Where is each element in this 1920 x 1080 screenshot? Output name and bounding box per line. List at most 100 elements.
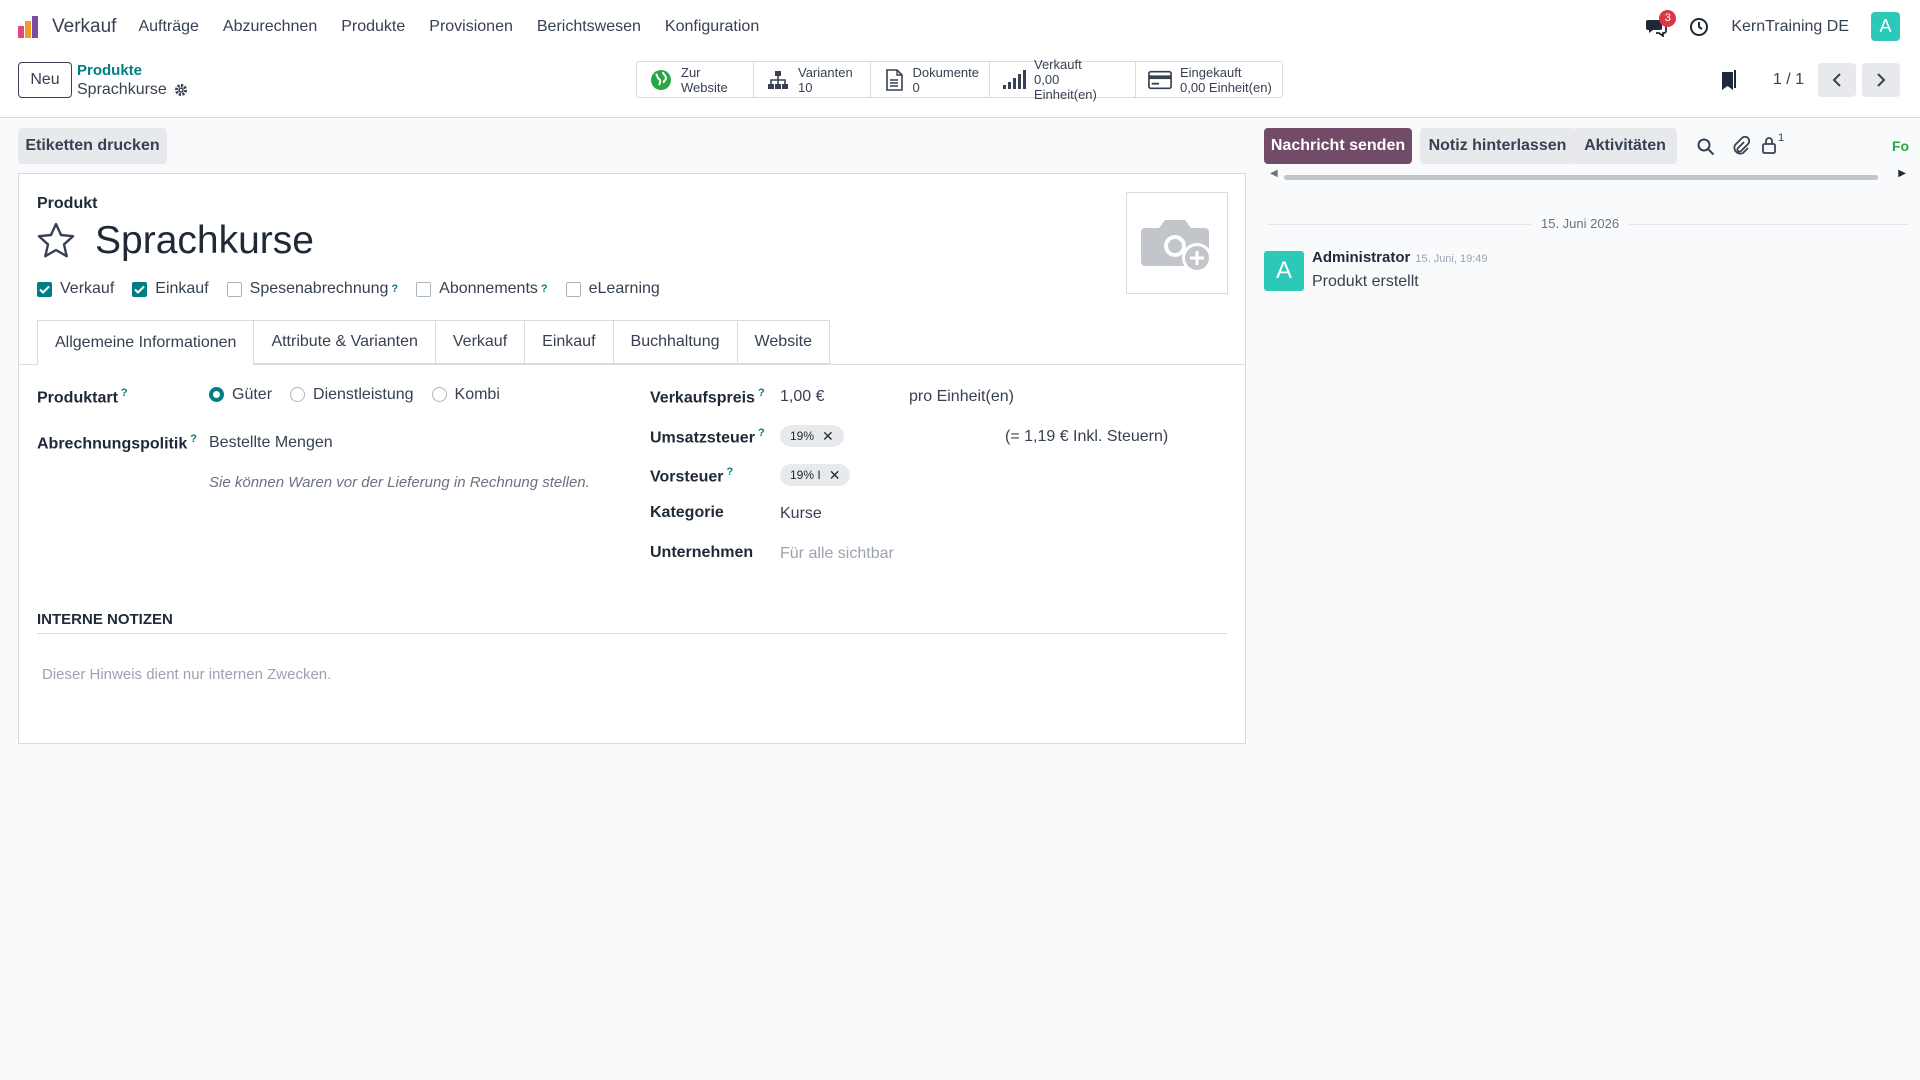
option-expenses[interactable]: Spesenabrechnung? [226, 280, 398, 298]
option-elearning[interactable]: eLearning [565, 280, 660, 298]
messages-button[interactable]: 3 [1645, 9, 1677, 37]
internal-notes-input[interactable]: Dieser Hinweis dient nur internen Zwecke… [42, 666, 331, 683]
search-icon[interactable] [1697, 138, 1715, 156]
invoice-policy-label-text: Abrechnungspolitik [37, 435, 188, 453]
variants-button[interactable]: Varianten 10 [754, 62, 871, 97]
invoice-policy-label: Abrechnungspolitik? [37, 433, 197, 453]
sold-button[interactable]: Verkauft 0,00 Einheit(en) [990, 57, 1136, 102]
company-switcher[interactable]: KernTraining DE [1731, 18, 1849, 36]
checkbox-elearning[interactable] [565, 281, 581, 297]
checkbox-purchase[interactable] [132, 281, 148, 297]
purchased-value: 0,00 Einheit(en) [1180, 79, 1272, 95]
checkbox-sale[interactable] [37, 281, 52, 297]
product-options: Verkauf Einkauf Spesenabrechnung? Abonne… [37, 280, 678, 298]
tab-attributes-variants[interactable]: Attribute & Varianten [254, 320, 436, 364]
sales-price-input[interactable]: 1,00 € [780, 388, 824, 406]
go-to-website-button[interactable]: Zur Website [637, 62, 754, 97]
bookmark-icon[interactable] [1719, 69, 1739, 91]
help-tooltip[interactable]: ? [391, 283, 398, 295]
radio-combo[interactable]: Kombi [431, 386, 500, 404]
tab-sales[interactable]: Verkauf [435, 320, 526, 364]
category-select[interactable]: Kurse [780, 505, 822, 523]
scroll-right-icon[interactable]: ▶ [1898, 168, 1906, 179]
scrollbar-thumb[interactable] [1284, 175, 1878, 180]
menu-orders[interactable]: Aufträge [138, 18, 198, 36]
tab-general-information[interactable]: Allgemeine Informationen [37, 320, 255, 365]
documents-count: 0 [912, 79, 920, 95]
remove-tag-icon[interactable]: ✕ [829, 467, 841, 484]
app-name[interactable]: Verkauf [52, 16, 116, 38]
message-author-avatar[interactable]: A [1264, 251, 1304, 291]
menu-to-invoice[interactable]: Abzurechnen [223, 18, 317, 36]
sales-price-label-text: Verkaufspreis [650, 389, 755, 407]
pager: 1 / 1 [1719, 63, 1900, 97]
menu-configuration[interactable]: Konfiguration [665, 18, 759, 36]
checkbox-expenses[interactable] [226, 281, 242, 297]
checkbox-subscriptions[interactable] [416, 281, 432, 297]
clock-icon[interactable] [1689, 17, 1709, 37]
pager-next-button[interactable] [1862, 63, 1900, 97]
new-button[interactable]: Neu [18, 62, 72, 98]
documents-label: Dokumente [912, 64, 979, 80]
follow-button[interactable]: Fo [1892, 138, 1912, 154]
radio-service-label: Dienstleistung [313, 386, 414, 403]
option-subscriptions-label: Abonnements [439, 280, 538, 297]
option-sale[interactable]: Verkauf [37, 280, 114, 298]
sales-tax-tag[interactable]: 19% ✕ [780, 425, 844, 447]
print-labels-button[interactable]: Etiketten drucken [18, 128, 167, 164]
paperclip-icon[interactable] [1732, 136, 1750, 156]
purchase-tax-label-text: Vorsteuer [650, 468, 724, 486]
pager-value[interactable]: 1 / 1 [1773, 71, 1804, 89]
help-tooltip[interactable]: ? [727, 466, 734, 478]
scroll-left-icon[interactable]: ◀ [1270, 168, 1278, 179]
help-tooltip[interactable]: ? [190, 433, 197, 445]
radio-goods[interactable]: Güter [209, 386, 272, 404]
activities-button[interactable]: Aktivitäten [1573, 128, 1677, 164]
main-menu: Aufträge Abzurechnen Produkte Provisione… [138, 18, 759, 36]
company-select[interactable]: Für alle sichtbar [780, 545, 894, 563]
variants-count: 10 [798, 79, 813, 95]
product-name[interactable]: Sprachkurse [95, 219, 314, 263]
option-purchase[interactable]: Einkauf [132, 280, 209, 298]
sales-tax-label-text: Umsatzsteuer [650, 429, 755, 447]
tab-accounting[interactable]: Buchhaltung [613, 320, 738, 364]
option-expenses-label: Spesenabrechnung [249, 280, 389, 297]
sales-price-label: Verkaufspreis? [650, 387, 765, 407]
control-panel: Neu Produkte Sprachkurse Zur Website Vari… [0, 53, 1920, 118]
app-logo-icon[interactable] [16, 14, 42, 40]
notes-divider [37, 633, 1227, 634]
sales-tax-tag-label: 19% [790, 429, 815, 443]
log-note-button[interactable]: Notiz hinterlassen [1420, 128, 1575, 164]
option-subscriptions[interactable]: Abonnements? [416, 280, 548, 298]
radio-service-circle[interactable] [290, 387, 306, 403]
documents-button[interactable]: Dokumente 0 [871, 62, 990, 97]
radio-goods-circle[interactable] [209, 387, 224, 403]
menu-products[interactable]: Produkte [341, 18, 405, 36]
smart-buttons: Zur Website Varianten 10 Dokumente 0 Verkau… [636, 57, 1283, 102]
star-icon[interactable] [37, 222, 75, 258]
purchase-tax-tag[interactable]: 19% I ✕ [780, 464, 851, 486]
help-tooltip[interactable]: ? [121, 387, 128, 399]
radio-combo-circle[interactable] [431, 387, 447, 403]
gear-icon[interactable] [174, 83, 188, 97]
send-message-button[interactable]: Nachricht senden [1264, 128, 1412, 164]
user-avatar[interactable]: A [1871, 12, 1900, 41]
purchased-button[interactable]: Eingekauft 0,00 Einheit(en) [1136, 62, 1282, 97]
messages-badge: 3 [1659, 9, 1677, 27]
help-tooltip[interactable]: ? [758, 427, 765, 439]
message-author[interactable]: Administrator [1312, 249, 1410, 266]
pager-previous-button[interactable] [1818, 63, 1856, 97]
menu-commissions[interactable]: Provisionen [429, 18, 513, 36]
product-image-upload[interactable] [1126, 192, 1228, 294]
invoice-policy-select[interactable]: Bestellte Mengen [209, 434, 333, 452]
horizontal-scrollbar[interactable]: ◀ ▶ [1268, 168, 1908, 183]
menu-reporting[interactable]: Berichtswesen [537, 18, 641, 36]
followers-button[interactable]: 1 [1761, 132, 1784, 155]
radio-service[interactable]: Dienstleistung [290, 386, 414, 404]
help-tooltip[interactable]: ? [541, 283, 548, 295]
tab-purchase[interactable]: Einkauf [525, 320, 614, 364]
breadcrumb-products-link[interactable]: Produkte [77, 61, 188, 80]
tab-website[interactable]: Website [737, 320, 831, 364]
help-tooltip[interactable]: ? [758, 387, 765, 399]
remove-tag-icon[interactable]: ✕ [822, 428, 834, 445]
